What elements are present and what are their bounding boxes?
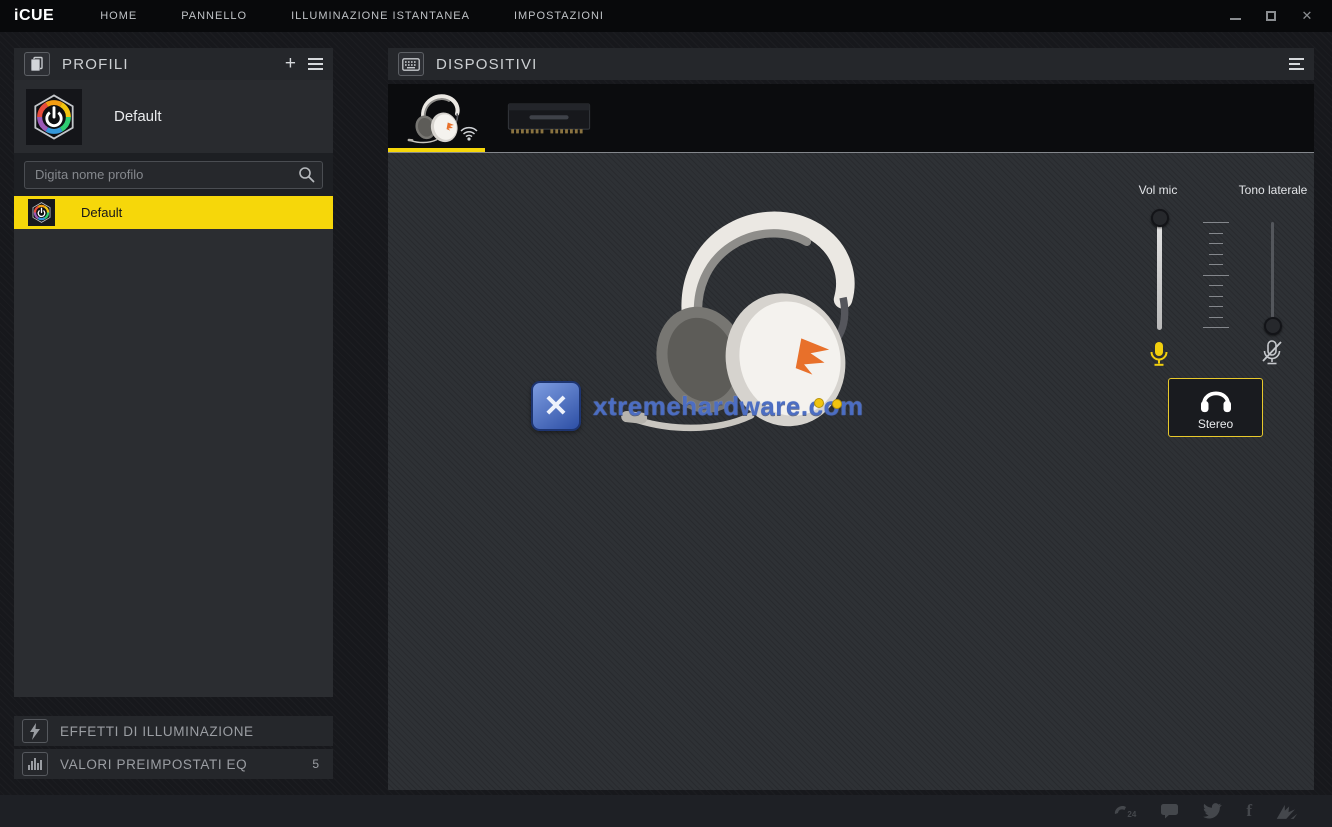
stereo-mode-button[interactable]: Stereo [1168,378,1263,437]
mic-volume-slider[interactable] [1157,218,1162,330]
devices-header: DISPOSITIVI [388,48,1314,80]
devices-menu-icon[interactable] [1289,58,1304,70]
tick-mark [1209,317,1223,318]
close-button[interactable]: ✕ [1300,9,1314,23]
nav-settings[interactable]: IMPOSTAZIONI [514,10,604,22]
device-canvas: ✕ xtremehardware.com Vol mic Tono latera… [388,153,1314,790]
device-tabstrip [388,84,1314,152]
tick-mark [1209,306,1223,307]
profiles-icon [24,52,50,76]
corsair-logo-icon[interactable] [1276,803,1298,820]
tick-mark [1209,296,1223,297]
maximize-icon [1266,11,1276,21]
tick-mark [1209,254,1223,255]
mic-volume-label: Vol mic [1113,183,1203,197]
profile-item-avatar [28,199,55,226]
memory-thumbnail [507,98,591,138]
eq-presets-section[interactable]: VALORI PREIMPOSTATI EQ 5 [14,749,333,779]
device-tab-headset[interactable] [388,84,485,152]
support-24h-icon[interactable]: 24 [1113,803,1136,819]
minimize-icon [1230,18,1241,20]
icue-logo-text: iCUE [14,7,54,25]
watermark-dot [832,399,842,409]
headphones-icon [1196,384,1236,414]
tick-mark [1209,264,1223,265]
lightning-icon [22,719,48,743]
keyboard-icon [398,52,424,76]
mic-volume-thumb[interactable] [1151,209,1169,227]
wireless-icon [459,125,479,146]
profiles-title: PROFILI [62,56,129,73]
profile-search-input[interactable] [24,161,323,189]
minimize-button[interactable] [1228,9,1242,23]
tick-mark [1203,222,1229,223]
device-tab-memory[interactable] [499,84,599,152]
mic-on-icon[interactable] [1149,341,1169,372]
lighting-effects-section[interactable]: EFFETTI DI ILLUMINAZIONE [14,716,333,746]
watermark-x-icon: ✕ [531,381,581,431]
maximize-button[interactable] [1264,9,1278,23]
chat-icon[interactable] [1160,803,1179,819]
nav-home[interactable]: HOME [100,10,137,22]
nav-dashboard[interactable]: PANNELLO [181,10,247,22]
main-nav: HOME PANNELLO ILLUMINAZIONE ISTANTANEA I… [100,10,604,22]
sidetone-thumb[interactable] [1264,317,1282,335]
eq-presets-label: VALORI PREIMPOSTATI EQ [60,757,247,772]
footer-bar: 24 f [0,795,1332,827]
tick-mark [1209,233,1223,234]
watermark-dot [814,398,824,408]
tick-mark [1203,275,1229,276]
level-tick-scale [1190,222,1242,328]
profile-list-empty-area [14,229,333,697]
eq-presets-count: 5 [312,757,319,771]
mic-muted-icon[interactable] [1260,339,1284,371]
facebook-icon[interactable]: f [1246,801,1252,821]
profiles-menu-icon[interactable] [308,58,323,70]
tick-mark [1209,285,1223,286]
profiles-panel: PROFILI + Default Default [14,48,333,697]
watermark-text: xtremehardware.com [593,391,864,422]
nav-instant-lighting[interactable]: ILLUMINAZIONE ISTANTANEA [291,10,470,22]
twitter-icon[interactable] [1203,803,1222,819]
current-profile-avatar [26,89,82,145]
tick-mark [1203,327,1229,328]
profile-item-name: Default [81,205,122,220]
equalizer-icon [22,752,48,776]
devices-title: DISPOSITIVI [436,56,538,73]
current-profile-name: Default [114,108,162,125]
sidetone-label: Tono laterale [1208,183,1332,197]
sidetone-slider[interactable] [1271,222,1274,326]
profiles-header: PROFILI + [14,48,333,80]
watermark: ✕ xtremehardware.com [531,381,864,431]
current-profile: Default [14,80,333,153]
tick-mark [1209,243,1223,244]
search-icon [298,166,315,188]
add-profile-button[interactable]: + [285,57,296,71]
title-bar: iCUE HOME PANNELLO ILLUMINAZIONE ISTANTA… [0,0,1332,32]
lighting-effects-label: EFFETTI DI ILLUMINAZIONE [60,724,254,739]
profile-list-item-default[interactable]: Default [14,196,333,229]
profile-search-row [14,153,333,196]
stereo-button-label: Stereo [1198,417,1233,431]
